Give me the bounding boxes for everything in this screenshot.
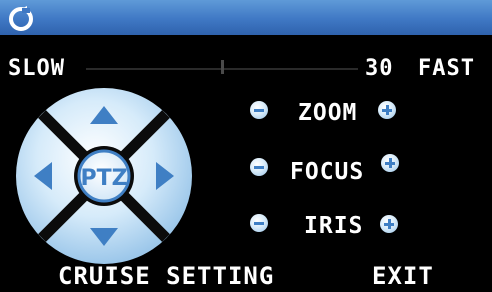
refresh-icon[interactable]	[8, 6, 34, 32]
speed-value: 30	[365, 56, 394, 81]
title-bar	[0, 0, 492, 35]
speed-fast-label: FAST	[418, 56, 475, 81]
focus-plus-button[interactable]	[381, 154, 399, 172]
ptz-center-label: PTZ	[80, 166, 127, 191]
iris-plus-button[interactable]	[380, 215, 398, 233]
cruise-setting-button[interactable]: CRUISE SETTING	[58, 262, 274, 290]
exit-button[interactable]: EXIT	[372, 262, 434, 290]
focus-minus-button[interactable]	[250, 158, 268, 176]
focus-label: FOCUS	[290, 159, 365, 185]
speed-slow-label: SLOW	[8, 56, 65, 81]
ptz-direction-pad: PTZ	[14, 86, 194, 266]
zoom-plus-button[interactable]	[378, 101, 396, 119]
zoom-label: ZOOM	[298, 100, 358, 126]
iris-minus-button[interactable]	[250, 214, 268, 232]
zoom-minus-button[interactable]	[250, 101, 268, 119]
iris-label: IRIS	[304, 213, 364, 239]
ptz-control-screen: SLOW 30 FAST PTZ ZOOM FOCUS IRIS CRUISE …	[0, 0, 492, 292]
speed-slider-thumb[interactable]	[221, 60, 224, 74]
